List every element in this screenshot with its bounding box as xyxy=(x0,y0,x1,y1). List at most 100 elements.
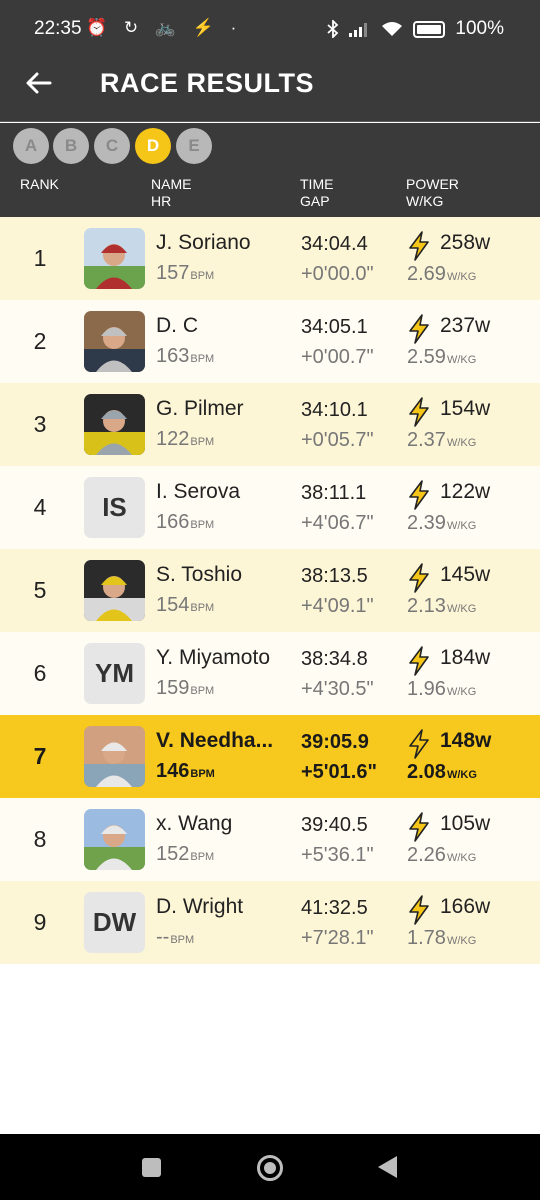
status-bar: 22:35 ⏰ ↻ 🚲 ⚡ · 100% xyxy=(0,0,540,46)
heart-rate-value: 163 xyxy=(156,345,190,367)
power-watts: 154w xyxy=(440,397,491,420)
lightning-icon xyxy=(409,231,429,261)
bpm-unit: BPM xyxy=(190,270,215,282)
rank: 9 xyxy=(33,909,47,935)
wkg-value: 2.26 xyxy=(407,844,446,866)
rank: 7 xyxy=(33,743,47,769)
rider-name: Y. Miyamoto xyxy=(156,646,270,669)
rider-name: S. Toshio xyxy=(156,563,242,586)
result-row-5[interactable]: 5 S. Toshio 154BPM 38:13.5 +4'09.1" 145w… xyxy=(0,549,540,632)
app-bar: RACE RESULTS xyxy=(0,46,540,122)
signal-icon xyxy=(349,23,368,37)
lightning-icon xyxy=(409,729,429,759)
bpm-unit: BPM xyxy=(190,436,215,448)
col-time: TIME xyxy=(300,176,334,192)
time-gap: +4'09.1" xyxy=(301,595,374,617)
rank: 5 xyxy=(33,577,47,603)
rank: 2 xyxy=(33,328,47,354)
finish-time: 34:05.1 xyxy=(301,316,368,338)
battery-icon xyxy=(413,20,446,38)
result-row-1[interactable]: 1 J. Soriano 157BPM 34:04.4 +0'00.0" 258… xyxy=(0,217,540,300)
lightning-icon xyxy=(409,397,429,427)
wkg-unit: W/KG xyxy=(446,935,477,947)
avatar-initials: IS xyxy=(84,477,145,538)
power-wkg: 2.39W/KG xyxy=(407,512,476,535)
lightning-icon xyxy=(409,563,429,593)
avatar-photo xyxy=(84,560,145,621)
heart-rate: 159BPM xyxy=(156,677,214,700)
time-gap: +0'05.7" xyxy=(301,429,374,451)
power-wkg: 2.08W/KG xyxy=(407,761,477,784)
time-gap: +5'36.1" xyxy=(301,844,374,866)
heart-rate-value: 122 xyxy=(156,428,190,450)
result-row-3[interactable]: 3 G. Pilmer 122BPM 34:10.1 +0'05.7" 154w… xyxy=(0,383,540,466)
power-watts: 237w xyxy=(440,314,491,337)
col-rank: RANK xyxy=(20,176,59,192)
heart-rate: 157BPM xyxy=(156,262,214,285)
power-watts: 122w xyxy=(440,480,491,503)
power-watts: 148w xyxy=(440,729,492,752)
bpm-unit: BPM xyxy=(190,851,215,863)
result-row-2[interactable]: 2 D. C 163BPM 34:05.1 +0'00.7" 237w 2.59… xyxy=(0,300,540,383)
category-chip-c[interactable]: C xyxy=(94,128,130,164)
back-arrow-icon[interactable] xyxy=(24,68,54,98)
category-chip-a[interactable]: A xyxy=(13,128,49,164)
result-row-8[interactable]: 8 x. Wang 152BPM 39:40.5 +5'36.1" 105w 2… xyxy=(0,798,540,881)
rank: 4 xyxy=(33,494,47,520)
wkg-value: 2.39 xyxy=(407,512,446,534)
rider-name: I. Serova xyxy=(156,480,241,503)
battery-level: 100% xyxy=(455,18,504,39)
heart-rate-value: 154 xyxy=(156,594,190,616)
home-button[interactable] xyxy=(257,1155,283,1181)
result-row-4[interactable]: 4 IS I. Serova 166BPM 38:11.1 +4'06.7" 1… xyxy=(0,466,540,549)
lightning-icon xyxy=(409,480,429,510)
rider-name: x. Wang xyxy=(156,812,233,835)
bpm-unit: BPM xyxy=(170,934,195,946)
avatar-initials: YM xyxy=(84,643,145,704)
rank: 8 xyxy=(33,826,47,852)
col-gap: GAP xyxy=(300,193,330,209)
heart-rate-value: 166 xyxy=(156,511,190,533)
heart-rate: 166BPM xyxy=(156,511,214,534)
recents-button[interactable] xyxy=(142,1158,161,1177)
time-gap: +5'01.6" xyxy=(301,761,377,783)
finish-time: 39:40.5 xyxy=(301,814,368,836)
power-wkg: 2.59W/KG xyxy=(407,346,476,369)
heart-rate: 163BPM xyxy=(156,345,214,368)
bpm-unit: BPM xyxy=(190,602,215,614)
result-row-9[interactable]: 9 DW D. Wright --BPM 41:32.5 +7'28.1" 16… xyxy=(0,881,540,964)
avatar-initials: DW xyxy=(84,892,145,953)
power-watts: 258w xyxy=(440,231,491,254)
heart-rate: 122BPM xyxy=(156,428,214,451)
category-chip-d[interactable]: D xyxy=(135,128,171,164)
power-wkg: 2.13W/KG xyxy=(407,595,476,618)
rider-name: V. Needha... xyxy=(156,729,274,752)
heart-rate-value: 159 xyxy=(156,677,190,699)
bpm-unit: BPM xyxy=(190,353,215,365)
col-wkg: W/KG xyxy=(406,193,444,209)
category-chip-b[interactable]: B xyxy=(53,128,89,164)
wkg-unit: W/KG xyxy=(446,354,477,366)
avatar-photo xyxy=(84,726,145,787)
wkg-value: 2.69 xyxy=(407,263,446,285)
lightning-icon xyxy=(409,895,429,925)
col-power: POWER xyxy=(406,176,459,192)
result-row-7[interactable]: 7 V. Needha... 146BPM 39:05.9 +5'01.6" 1… xyxy=(0,715,540,798)
finish-time: 34:10.1 xyxy=(301,399,368,421)
heart-rate: 152BPM xyxy=(156,843,214,866)
result-row-6[interactable]: 6 YM Y. Miyamoto 159BPM 38:34.8 +4'30.5"… xyxy=(0,632,540,715)
col-name: NAME xyxy=(151,176,192,192)
category-chip-e[interactable]: E xyxy=(176,128,212,164)
avatar-photo xyxy=(84,311,145,372)
wkg-value: 2.13 xyxy=(407,595,446,617)
heart-rate-value: 152 xyxy=(156,843,190,865)
power-watts: 166w xyxy=(440,895,491,918)
power-wkg: 2.69W/KG xyxy=(407,263,476,286)
wkg-unit: W/KG xyxy=(446,437,477,449)
back-button[interactable] xyxy=(378,1156,397,1178)
rank: 1 xyxy=(33,245,47,271)
power-wkg: 1.78W/KG xyxy=(407,927,476,950)
rank: 3 xyxy=(33,411,47,437)
finish-time: 41:32.5 xyxy=(301,897,368,919)
wkg-value: 2.08 xyxy=(407,761,446,783)
